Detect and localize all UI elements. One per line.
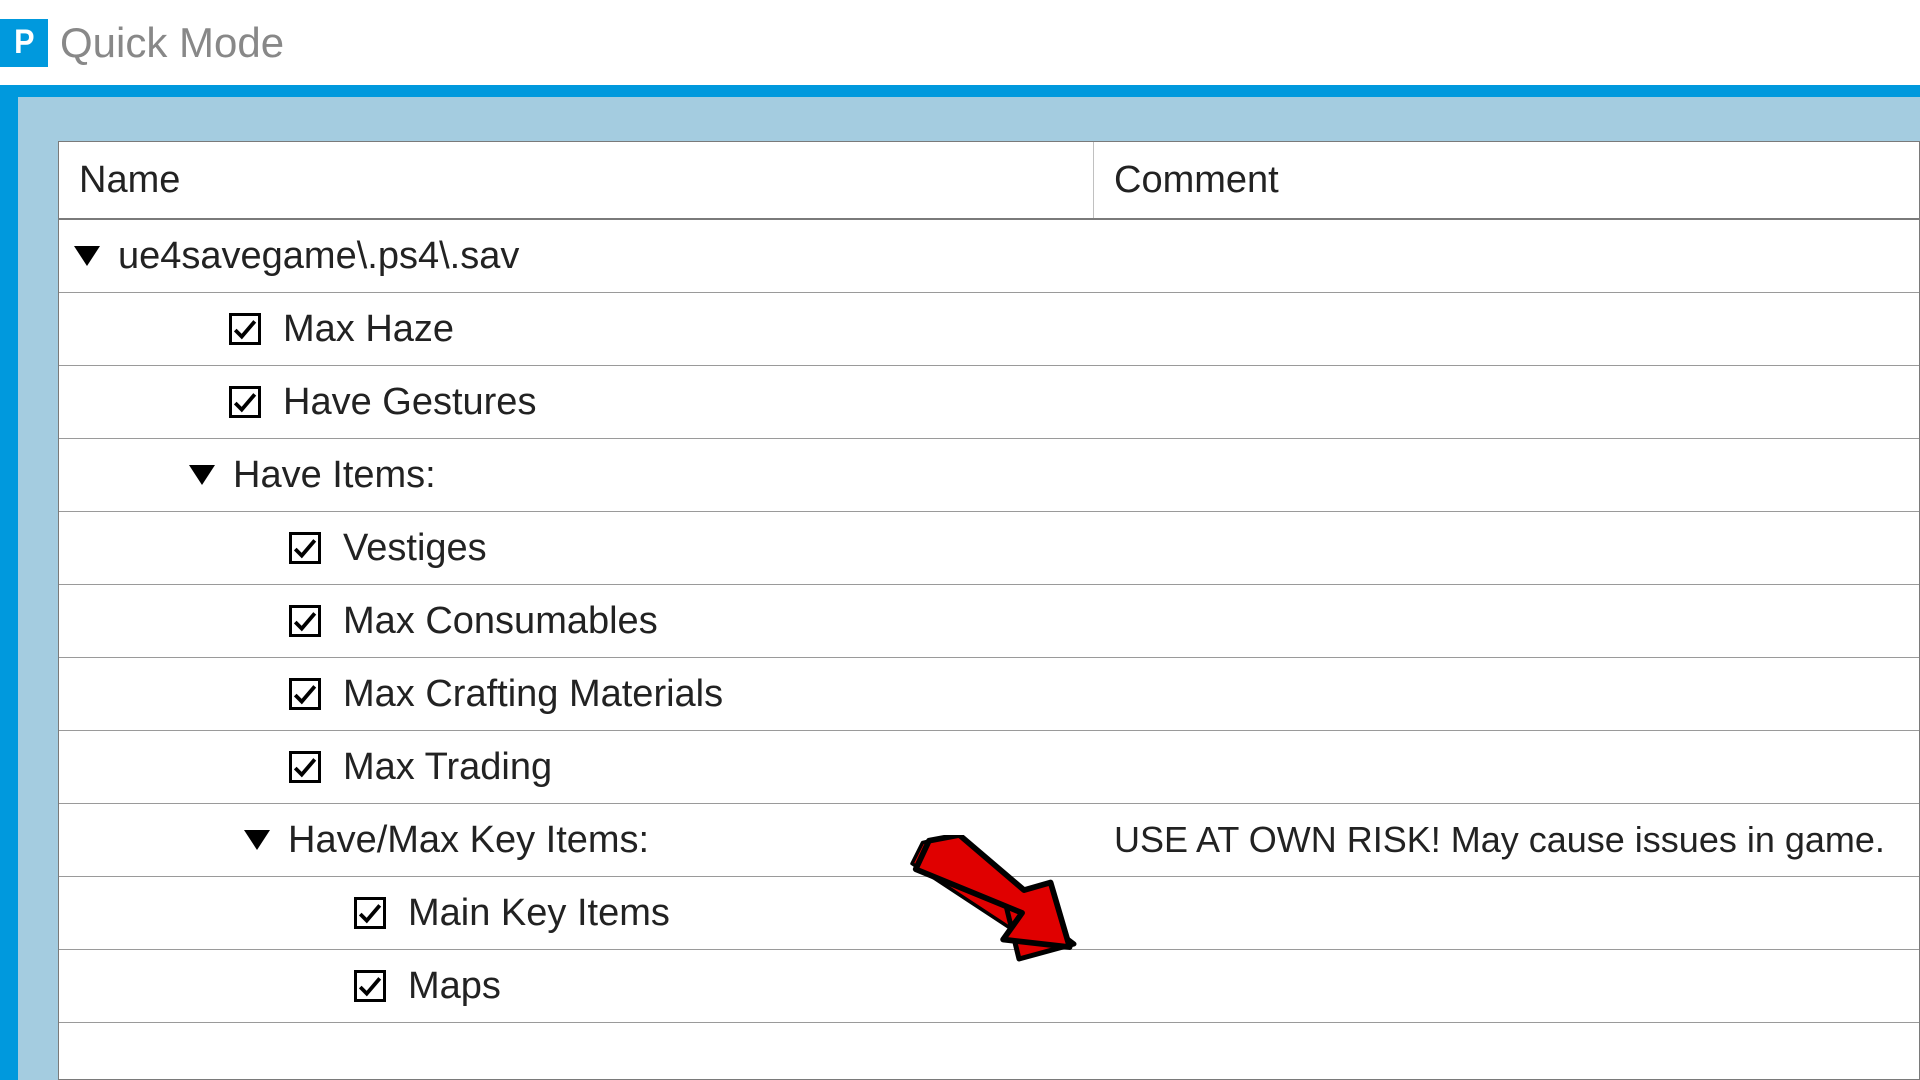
tree-row-maps[interactable]: Maps bbox=[59, 950, 1919, 1023]
tree-row-root[interactable]: ue4savegame\.ps4\.sav bbox=[59, 220, 1919, 293]
chevron-down-icon[interactable] bbox=[74, 246, 100, 266]
tree-row-max-consumables[interactable]: Max Consumables bbox=[59, 585, 1919, 658]
checkbox[interactable] bbox=[354, 897, 386, 929]
tree-label: Maps bbox=[408, 965, 501, 1008]
checkbox[interactable] bbox=[289, 751, 321, 783]
tree-label: Main Key Items bbox=[408, 892, 670, 935]
tree-label: Max Consumables bbox=[343, 600, 658, 643]
tree-label: Max Crafting Materials bbox=[343, 673, 723, 716]
checkbox[interactable] bbox=[289, 532, 321, 564]
options-table: Name Comment ue4savegame\.ps4\.sav bbox=[58, 141, 1920, 1080]
tree-row-max-trading[interactable]: Max Trading bbox=[59, 731, 1919, 804]
chevron-down-icon[interactable] bbox=[244, 830, 270, 850]
tree-label: Have Gestures bbox=[283, 381, 536, 424]
tree-row-vestiges[interactable]: Vestiges bbox=[59, 512, 1919, 585]
tree-label: Max Trading bbox=[343, 746, 552, 789]
checkbox[interactable] bbox=[229, 386, 261, 418]
checkbox[interactable] bbox=[354, 970, 386, 1002]
column-header-comment[interactable]: Comment bbox=[1094, 142, 1919, 218]
tree-row-key-items[interactable]: Have/Max Key Items: USE AT OWN RISK! May… bbox=[59, 804, 1919, 877]
titlebar: P Quick Mode bbox=[0, 0, 1920, 85]
tree-row-max-crafting[interactable]: Max Crafting Materials bbox=[59, 658, 1919, 731]
tree-row-main-key-items[interactable]: Main Key Items bbox=[59, 877, 1919, 950]
outer-frame: Name Comment ue4savegame\.ps4\.sav bbox=[0, 85, 1920, 1080]
tree-label: ue4savegame\.ps4\.sav bbox=[118, 235, 519, 278]
tree-row-have-gestures[interactable]: Have Gestures bbox=[59, 366, 1919, 439]
tree-label: Have/Max Key Items: bbox=[288, 819, 649, 862]
tree-label: Have Items: bbox=[233, 454, 436, 497]
app-icon: P bbox=[0, 19, 48, 67]
window-title: Quick Mode bbox=[60, 19, 284, 67]
checkbox[interactable] bbox=[289, 605, 321, 637]
tree-row-have-items[interactable]: Have Items: bbox=[59, 439, 1919, 512]
inner-panel: Name Comment ue4savegame\.ps4\.sav bbox=[18, 97, 1920, 1080]
tree-row-max-haze[interactable]: Max Haze bbox=[59, 293, 1919, 366]
chevron-down-icon[interactable] bbox=[189, 465, 215, 485]
checkbox[interactable] bbox=[229, 313, 261, 345]
column-header-name[interactable]: Name bbox=[59, 142, 1094, 218]
tree-label: Vestiges bbox=[343, 527, 487, 570]
table-header: Name Comment bbox=[59, 142, 1919, 220]
comment-key-items: USE AT OWN RISK! May cause issues in gam… bbox=[1094, 804, 1919, 876]
checkbox[interactable] bbox=[289, 678, 321, 710]
tree-label: Max Haze bbox=[283, 308, 454, 351]
app-icon-letter: P bbox=[14, 23, 34, 62]
